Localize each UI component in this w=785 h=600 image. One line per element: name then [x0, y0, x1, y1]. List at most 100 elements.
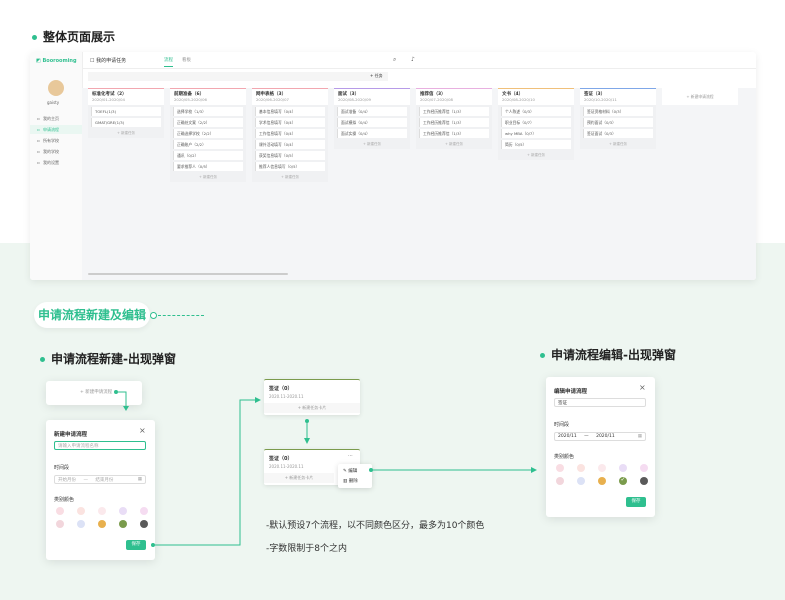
- column-header[interactable]: 推荐信（3） 2020/07-2020/08: [416, 88, 492, 105]
- task-card[interactable]: 面试模拟（0/4）: [337, 118, 407, 127]
- new-flow-button[interactable]: + 新建申请流程: [80, 389, 112, 395]
- color-swatch[interactable]: [556, 477, 564, 485]
- column-add-task-button[interactable]: + 新建任务: [252, 173, 328, 182]
- color-swatch[interactable]: ✓: [619, 476, 627, 485]
- add-task-button[interactable]: + 任务: [370, 73, 383, 79]
- color-swatch[interactable]: [640, 464, 648, 472]
- more-icon[interactable]: ···: [348, 453, 353, 459]
- color-swatch[interactable]: [119, 520, 127, 528]
- task-card[interactable]: 签证面试（0/3）: [583, 129, 653, 138]
- task-card[interactable]: 预约面试（0/3）: [583, 118, 653, 127]
- column-add-task-button[interactable]: + 新建任务: [170, 173, 246, 182]
- task-card[interactable]: 选择学校（1/3）: [173, 107, 243, 116]
- new-flow-column-button[interactable]: + 新建申请流程: [662, 88, 738, 105]
- color-swatch[interactable]: [119, 507, 127, 515]
- brand-logo[interactable]: ◩ Boorooming: [36, 58, 77, 64]
- color-swatch[interactable]: [619, 464, 627, 472]
- task-card[interactable]: 工作经历推荐信（1/3）: [419, 118, 489, 127]
- add-task-card-button[interactable]: + 新建任务卡片: [264, 473, 334, 483]
- flow-name-input[interactable]: 请输入申请流程名称: [54, 441, 146, 450]
- column-add-task-button[interactable]: + 新建任务: [580, 140, 656, 149]
- task-card[interactable]: 正确选择学校（2/2）: [173, 129, 243, 138]
- task-card[interactable]: 要求推荐人（0/5）: [173, 162, 243, 171]
- period-label: 时间段: [54, 465, 70, 471]
- color-swatch[interactable]: [598, 477, 606, 485]
- period-range-input[interactable]: 开始月份 — 结束月份 ▦: [54, 475, 146, 484]
- task-card[interactable]: TOEFL(1/3): [91, 107, 161, 116]
- color-swatch[interactable]: [77, 507, 85, 515]
- close-icon[interactable]: ×: [139, 426, 146, 435]
- add-task-card-button[interactable]: + 新建任务卡片: [264, 403, 360, 413]
- color-swatch[interactable]: [56, 520, 64, 528]
- column-header[interactable]: 文书（4） 2020/08-2020/10: [498, 88, 574, 105]
- task-card[interactable]: 个人陈述（0/3）: [501, 107, 571, 116]
- column-header[interactable]: 签证（3） 2020/10-2020/11: [580, 88, 656, 105]
- color-swatch[interactable]: [598, 464, 606, 472]
- tab-board[interactable]: 看板: [182, 57, 191, 63]
- task-card[interactable]: 正确账户（2/2）: [173, 140, 243, 149]
- task-card[interactable]: 推荐人信息填写（0/5）: [255, 162, 325, 171]
- color-swatch[interactable]: [98, 520, 106, 528]
- sidebar-item-2[interactable]: ▫ 所有学校: [30, 136, 82, 145]
- color-swatch[interactable]: [556, 464, 564, 472]
- task-card[interactable]: GMAT/GRE(1/3): [91, 118, 161, 127]
- color-swatch[interactable]: [140, 507, 148, 515]
- close-icon[interactable]: ×: [639, 383, 646, 392]
- task-card[interactable]: 职业目标（0/7）: [501, 118, 571, 127]
- menu-item-delete[interactable]: ▥ 删除: [343, 478, 358, 484]
- task-card[interactable]: 工作经历推荐信（1/3）: [419, 107, 489, 116]
- create-heading-text: 申请流程新建-出现弹窗: [51, 352, 176, 366]
- app-window: ◩ Boorooming gaisty ▫ 我的主页 ▫ 申请流程 ▫ 所有学校 ▫ 我的学校…: [30, 52, 756, 280]
- save-button[interactable]: 保存: [126, 540, 146, 550]
- kanban-column: 前期准备（6） 2020/05-2020/06 选择学校（1/3） 正确处文案（2/2…: [170, 88, 246, 182]
- task-card[interactable]: 简历（0/5）: [501, 140, 571, 149]
- end-month: 结束月份: [95, 478, 114, 483]
- color-swatch[interactable]: [56, 507, 64, 515]
- column-header[interactable]: 面试（3） 2020/08-2020/09: [334, 88, 410, 105]
- color-swatch[interactable]: [640, 477, 648, 485]
- column-add-task-button[interactable]: + 新建任务: [88, 129, 164, 138]
- color-swatch[interactable]: [140, 520, 148, 528]
- flow-card-created[interactable]: 签证（0） 2020.11-2020.11 + 新建任务卡片: [264, 379, 360, 415]
- menu-item-edit[interactable]: ✎ 编辑: [343, 468, 357, 474]
- avatar[interactable]: [48, 80, 64, 96]
- color-swatch[interactable]: [577, 464, 585, 472]
- section-pill: 申请流程新建及编辑: [34, 302, 150, 328]
- color-swatch[interactable]: [77, 520, 85, 528]
- color-swatch[interactable]: [98, 507, 106, 515]
- task-card[interactable]: 基本信息填写（0/4）: [255, 107, 325, 116]
- flow-card-title: 签证（0）: [269, 456, 293, 462]
- task-card[interactable]: 工作信息填写（0/4）: [255, 129, 325, 138]
- task-card[interactable]: 获奖信息填写（0/5）: [255, 151, 325, 160]
- flow-name-input[interactable]: 签证: [554, 398, 646, 407]
- color-swatch[interactable]: [577, 477, 585, 485]
- task-card[interactable]: 面试实操（0/4）: [337, 129, 407, 138]
- column-add-task-button[interactable]: + 新建任务: [334, 140, 410, 149]
- column-add-task-button[interactable]: + 新建任务: [416, 140, 492, 149]
- task-card[interactable]: why MBA（0/7）: [501, 129, 571, 138]
- create-heading: 申请流程新建-出现弹窗: [40, 350, 176, 367]
- task-card[interactable]: 课外活动填写（0/4）: [255, 140, 325, 149]
- period-range-input[interactable]: 2020/11 — 2020/11 ▦: [554, 432, 646, 441]
- sidebar-item-4[interactable]: ▫ 我的设置: [30, 158, 82, 167]
- task-card[interactable]: 通讯（0/2）: [173, 151, 243, 160]
- column-header[interactable]: 标准化考试（2） 2020/01-2020/04: [88, 88, 164, 105]
- horizontal-scrollbar[interactable]: [88, 273, 288, 275]
- sidebar-item-0[interactable]: ▫ 我的主页: [30, 114, 82, 123]
- task-card[interactable]: 面试准备（0/4）: [337, 107, 407, 116]
- column-date: 2020/08-2020/09: [338, 97, 371, 102]
- task-card[interactable]: 正确处文案（2/2）: [173, 118, 243, 127]
- task-card[interactable]: 工作经历推荐信（1/3）: [419, 129, 489, 138]
- sidebar-item-3[interactable]: ▫ 我的学校: [30, 147, 82, 156]
- search-icon[interactable]: ⌕: [393, 56, 396, 64]
- sidebar-item-1[interactable]: ▫ 申请流程: [30, 125, 83, 134]
- task-card[interactable]: 签证资格材料（0/3）: [583, 107, 653, 116]
- tab-flow[interactable]: 流程: [164, 57, 173, 67]
- column-add-task-button[interactable]: + 新建任务: [498, 151, 574, 160]
- save-button[interactable]: 保存: [626, 497, 646, 507]
- column-header[interactable]: 网申表格（3） 2020/06-2020/07: [252, 88, 328, 105]
- task-card[interactable]: 学术信息填写（0/4）: [255, 118, 325, 127]
- column-header[interactable]: 前期准备（6） 2020/05-2020/06: [170, 88, 246, 105]
- sidebar-item-label: 我的主页: [43, 116, 59, 121]
- bell-icon[interactable]: ♪: [411, 56, 415, 63]
